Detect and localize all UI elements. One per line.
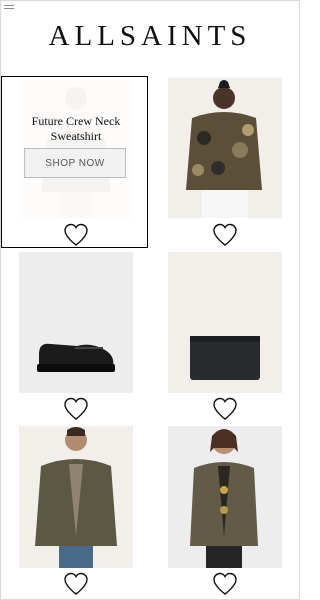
heart-icon[interactable] (63, 572, 89, 596)
product-image-overshirt[interactable] (168, 426, 282, 568)
heart-icon[interactable] (212, 572, 238, 596)
product-image-camo-jacket[interactable] (168, 78, 282, 218)
heart-icon[interactable] (63, 223, 89, 247)
heart-icon[interactable] (63, 397, 89, 421)
product-image-wallet[interactable] (168, 252, 282, 393)
product-image-suede-jacket[interactable] (19, 426, 133, 568)
product-image-loafer[interactable] (19, 252, 133, 393)
heart-icon[interactable] (212, 223, 238, 247)
heart-icon[interactable] (212, 397, 238, 421)
menu-icon[interactable] (4, 5, 14, 11)
brand-logo[interactable]: ALLSAINTS (0, 20, 300, 53)
